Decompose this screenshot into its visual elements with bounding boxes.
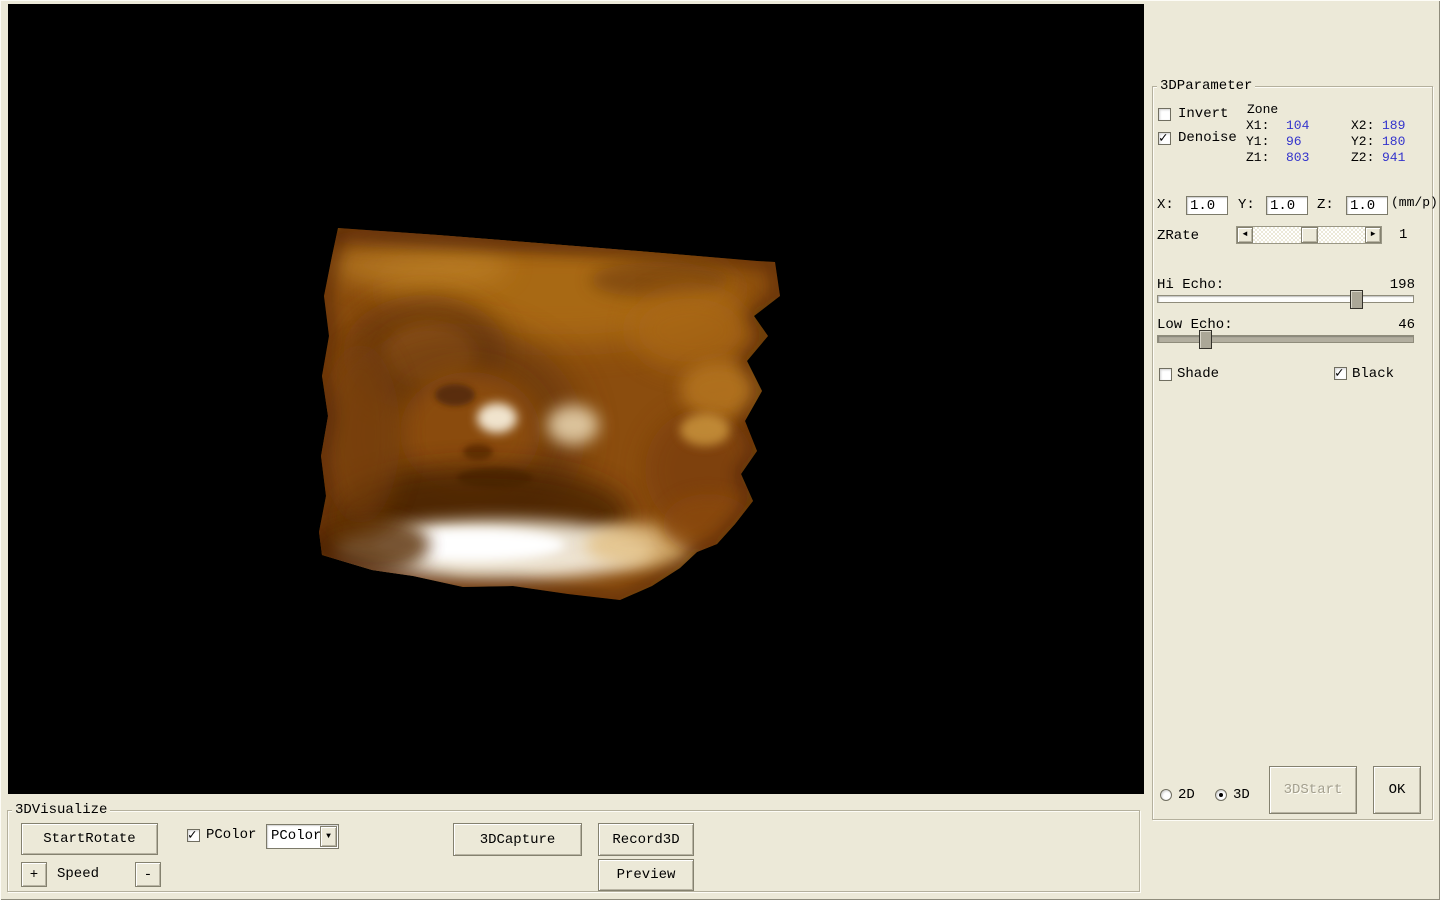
invert-label: Invert bbox=[1178, 106, 1229, 122]
denoise-checkbox[interactable] bbox=[1158, 130, 1171, 147]
ultrasound-render bbox=[8, 4, 1144, 794]
preview-button[interactable]: Preview bbox=[598, 859, 694, 891]
z-scale-label: Z: bbox=[1317, 197, 1334, 213]
dropdown-arrow-icon[interactable]: ▼ bbox=[320, 826, 337, 847]
speed-label: Speed bbox=[57, 866, 100, 882]
start-rotate-button[interactable]: StartRotate bbox=[21, 823, 158, 855]
shade-label: Shade bbox=[1177, 366, 1220, 382]
z-scale-input[interactable] bbox=[1346, 196, 1388, 215]
zrate-scrollbar-thumb[interactable] bbox=[1301, 227, 1318, 243]
mode-3d-radio[interactable] bbox=[1215, 789, 1227, 801]
black-label: Black bbox=[1352, 366, 1395, 382]
black-checkbox[interactable] bbox=[1334, 365, 1347, 382]
zone-y2-label: Y2: bbox=[1351, 134, 1375, 149]
hi-echo-value: 198 bbox=[1389, 277, 1415, 293]
pcolor-dropdown[interactable]: PColor ▼ bbox=[266, 824, 339, 849]
zone-x2-value: 189 bbox=[1382, 118, 1406, 133]
3dstart-button[interactable]: 3DStart bbox=[1269, 766, 1357, 814]
low-echo-slider-thumb[interactable] bbox=[1199, 330, 1212, 349]
speed-minus-button[interactable]: - bbox=[135, 862, 161, 887]
record3d-button[interactable]: Record3D bbox=[598, 823, 694, 856]
zone-y2-value: 180 bbox=[1382, 134, 1406, 149]
mode-2d-label: 2D bbox=[1178, 787, 1195, 803]
pcolor-dropdown-value: PColor bbox=[271, 828, 322, 844]
hi-echo-slider-track[interactable] bbox=[1157, 295, 1414, 303]
zrate-value: 1 bbox=[1399, 227, 1408, 243]
pcolor-label: PColor bbox=[206, 827, 257, 843]
visualize-groupbox: 3DVisualize StartRotate + Speed - PColor… bbox=[7, 802, 1140, 892]
parameter-panel: 3DParameter Invert Denoise Zone X1: 104 … bbox=[1145, 0, 1440, 900]
low-echo-label: Low Echo: bbox=[1157, 317, 1233, 333]
zone-z2-label: Z2: bbox=[1351, 150, 1375, 165]
zrate-scrollbar[interactable]: ◄ ► bbox=[1236, 226, 1382, 244]
zone-z1-label: Z1: bbox=[1246, 150, 1270, 165]
shade-checkbox[interactable] bbox=[1159, 368, 1172, 381]
y-scale-input[interactable] bbox=[1266, 196, 1308, 215]
3dcapture-button[interactable]: 3DCapture bbox=[453, 823, 582, 856]
zrate-right-arrow-icon[interactable]: ► bbox=[1365, 227, 1381, 243]
zone-x2-label: X2: bbox=[1351, 118, 1375, 133]
x-scale-input[interactable] bbox=[1186, 196, 1228, 215]
zone-title: Zone bbox=[1247, 102, 1279, 117]
denoise-label: Denoise bbox=[1178, 130, 1237, 146]
parameter-group-title: 3DParameter bbox=[1157, 78, 1256, 94]
scale-unit-label: (mm/p) bbox=[1391, 195, 1438, 210]
pcolor-checkbox[interactable] bbox=[187, 827, 200, 844]
zone-z2-value: 941 bbox=[1382, 150, 1406, 165]
y-scale-label: Y: bbox=[1238, 197, 1255, 213]
invert-checkbox[interactable] bbox=[1158, 108, 1171, 121]
render-viewport[interactable] bbox=[8, 4, 1144, 794]
low-echo-value: 46 bbox=[1398, 317, 1415, 333]
mode-3d-label: 3D bbox=[1233, 787, 1250, 803]
zone-y1-value: 96 bbox=[1286, 134, 1302, 149]
visualize-group-title: 3DVisualize bbox=[12, 802, 111, 818]
speed-plus-button[interactable]: + bbox=[21, 862, 47, 887]
mode-2d-radio[interactable] bbox=[1160, 789, 1172, 801]
zone-x1-label: X1: bbox=[1246, 118, 1270, 133]
x-scale-label: X: bbox=[1157, 197, 1174, 213]
app-window: { "app": { "background_color": "#ece9d8"… bbox=[0, 0, 1440, 900]
hi-echo-slider-thumb[interactable] bbox=[1350, 290, 1363, 309]
parameter-groupbox: 3DParameter Invert Denoise Zone X1: 104 … bbox=[1152, 78, 1438, 820]
hi-echo-label: Hi Echo: bbox=[1157, 277, 1225, 293]
zone-z1-value: 803 bbox=[1286, 150, 1310, 165]
zone-y1-label: Y1: bbox=[1246, 134, 1270, 149]
zrate-label: ZRate bbox=[1157, 228, 1200, 244]
zrate-left-arrow-icon[interactable]: ◄ bbox=[1237, 227, 1253, 243]
zone-x1-value: 104 bbox=[1286, 118, 1310, 133]
low-echo-slider-track[interactable] bbox=[1157, 335, 1414, 343]
ok-button[interactable]: OK bbox=[1373, 766, 1421, 814]
